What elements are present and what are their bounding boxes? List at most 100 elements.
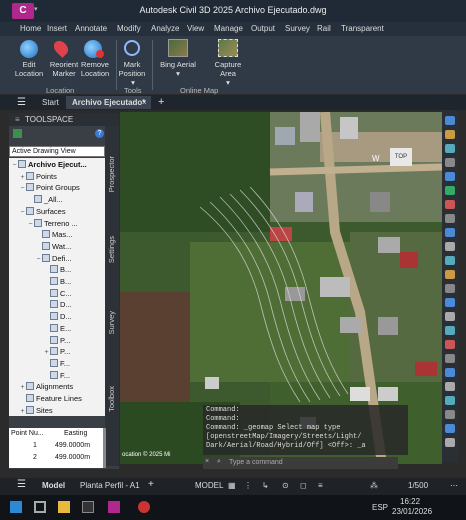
nav-tool-icon[interactable] [445,256,455,265]
tab-modify[interactable]: Modify [117,24,141,33]
tab-output[interactable]: Output [251,24,275,33]
tree-item[interactable]: − Surfaces [19,206,66,217]
collapse-icon[interactable]: − [27,219,34,230]
nav-tool-icon[interactable] [445,242,455,251]
expand-icon[interactable]: + [19,382,26,393]
clock-date[interactable]: 23/01/2026 [392,507,432,516]
tree-item[interactable]: F... [43,370,70,381]
capture-area-button[interactable]: Capture Area [209,60,247,78]
expand-icon[interactable]: + [43,347,50,358]
tab-layout[interactable]: Planta Perfil - A1 [80,481,140,490]
tree-item[interactable]: B... [43,276,71,287]
scrollbar[interactable] [103,428,106,468]
ortho-icon[interactable]: ↳ [262,481,269,490]
explorer-icon[interactable] [58,501,70,513]
tab-analyze[interactable]: Analyze [151,24,179,33]
language-indicator[interactable]: ESP [372,503,388,512]
tree-item[interactable]: E... [43,323,71,334]
nav-tool-icon[interactable] [445,382,455,391]
grid-icon[interactable]: ▦ [228,481,236,490]
table-header[interactable]: Easting [64,430,87,437]
tree-item[interactable]: F... [43,358,70,369]
annotation-icon[interactable]: ⁂ [370,481,378,490]
table-cell[interactable]: 499.0000m [55,442,90,449]
view-select[interactable]: Active Drawing View [9,146,105,157]
nav-tool-icon[interactable] [445,116,455,125]
viewcube[interactable]: TOP [390,148,412,166]
nav-tool-icon[interactable] [445,438,455,447]
clock-time[interactable]: 16:22 [400,497,420,506]
tab-start[interactable]: Start [42,96,59,109]
nav-tool-icon[interactable] [445,298,455,307]
table-cell[interactable]: 2 [33,454,37,461]
nav-tool-icon[interactable] [445,340,455,349]
new-layout-button[interactable]: + [148,479,154,490]
tab-archivo-ejecutado[interactable]: Archivo Ejecutado* [66,96,152,109]
lineweight-icon[interactable]: ≡ [318,481,323,490]
tree-item[interactable]: B... [43,264,71,275]
collapse-icon[interactable]: − [11,160,18,171]
nav-tool-icon[interactable] [445,172,455,181]
table-cell[interactable]: 1 [33,442,37,449]
tree-item[interactable]: − Terreno ... [27,218,78,229]
nav-tool-icon[interactable] [445,130,455,139]
side-tab-toolbox[interactable]: Toolbox [107,386,116,412]
model-space-button[interactable]: MODEL [195,481,223,490]
tab-rail[interactable]: Rail [317,24,331,33]
command-input[interactable]: × ⌕ Type a command [203,457,398,469]
osnap-icon[interactable]: ◻ [300,481,307,490]
nav-tool-icon[interactable] [445,186,455,195]
expand-icon[interactable]: + [19,172,26,183]
help-icon[interactable]: ? [95,129,104,138]
nav-tool-icon[interactable] [445,354,455,363]
tab-home[interactable]: Home [20,24,41,33]
windows-start-icon[interactable] [10,501,22,513]
side-tab-settings[interactable]: Settings [107,236,116,263]
more-icon[interactable]: ⋯ [450,481,458,490]
nav-tool-icon[interactable] [445,158,455,167]
tree-item[interactable]: D... [43,311,72,322]
tab-manage[interactable]: Manage [214,24,243,33]
nav-tool-icon[interactable] [445,200,455,209]
tab-annotate[interactable]: Annotate [75,24,107,33]
nav-tool-icon[interactable] [445,410,455,419]
nav-tool-icon[interactable] [445,424,455,433]
tree-item[interactable]: + Sites [19,405,53,416]
nav-tool-icon[interactable] [445,214,455,223]
nav-tool-icon[interactable] [445,270,455,279]
menu-icon[interactable]: ☰ [17,479,26,490]
tree-item[interactable]: D... [43,299,72,310]
tree-item[interactable]: + Points [19,171,57,182]
close-icon[interactable]: × [142,96,147,109]
edit-location-button[interactable]: Edit Location [10,60,48,78]
terminal-icon[interactable] [82,501,94,513]
tab-transparent[interactable]: Transparent [341,24,384,33]
bing-aerial-button[interactable]: Bing Aerial [155,60,201,69]
tree-item[interactable]: Mas... [35,229,72,240]
expand-icon[interactable]: + [19,406,26,417]
grip-icon[interactable]: ≡ [15,115,20,124]
chevron-down-icon[interactable]: ▾ [223,78,233,87]
tree-item[interactable]: − Archivo Ejecut... [11,159,87,170]
tab-survey[interactable]: Survey [285,24,310,33]
tab-view[interactable]: View [187,24,204,33]
menu-icon[interactable]: ☰ [17,96,26,109]
tree-item[interactable]: + P... [43,346,70,357]
new-tab-button[interactable]: + [158,96,164,109]
table-cell[interactable]: 499.0000m [55,454,90,461]
nav-tool-icon[interactable] [445,312,455,321]
nav-tool-icon[interactable] [445,284,455,293]
mark-position-button[interactable]: Mark Position [114,60,150,78]
tree-item[interactable]: Wat... [35,241,71,252]
tab-model[interactable]: Model [42,481,65,490]
chevron-down-icon[interactable]: ▾ [173,69,183,78]
tree-item[interactable]: + Alignments [19,381,73,392]
collapse-icon[interactable]: − [19,207,26,218]
tree-item[interactable]: P... [43,335,70,346]
tree-item[interactable]: Feature Lines [19,393,82,404]
tree-item[interactable]: − Defi... [35,253,72,264]
nav-tool-icon[interactable] [445,326,455,335]
remove-location-button[interactable]: Remove Location [76,60,114,78]
side-tab-survey[interactable]: Survey [107,311,116,334]
table-header[interactable]: Point Nu... [11,430,44,437]
